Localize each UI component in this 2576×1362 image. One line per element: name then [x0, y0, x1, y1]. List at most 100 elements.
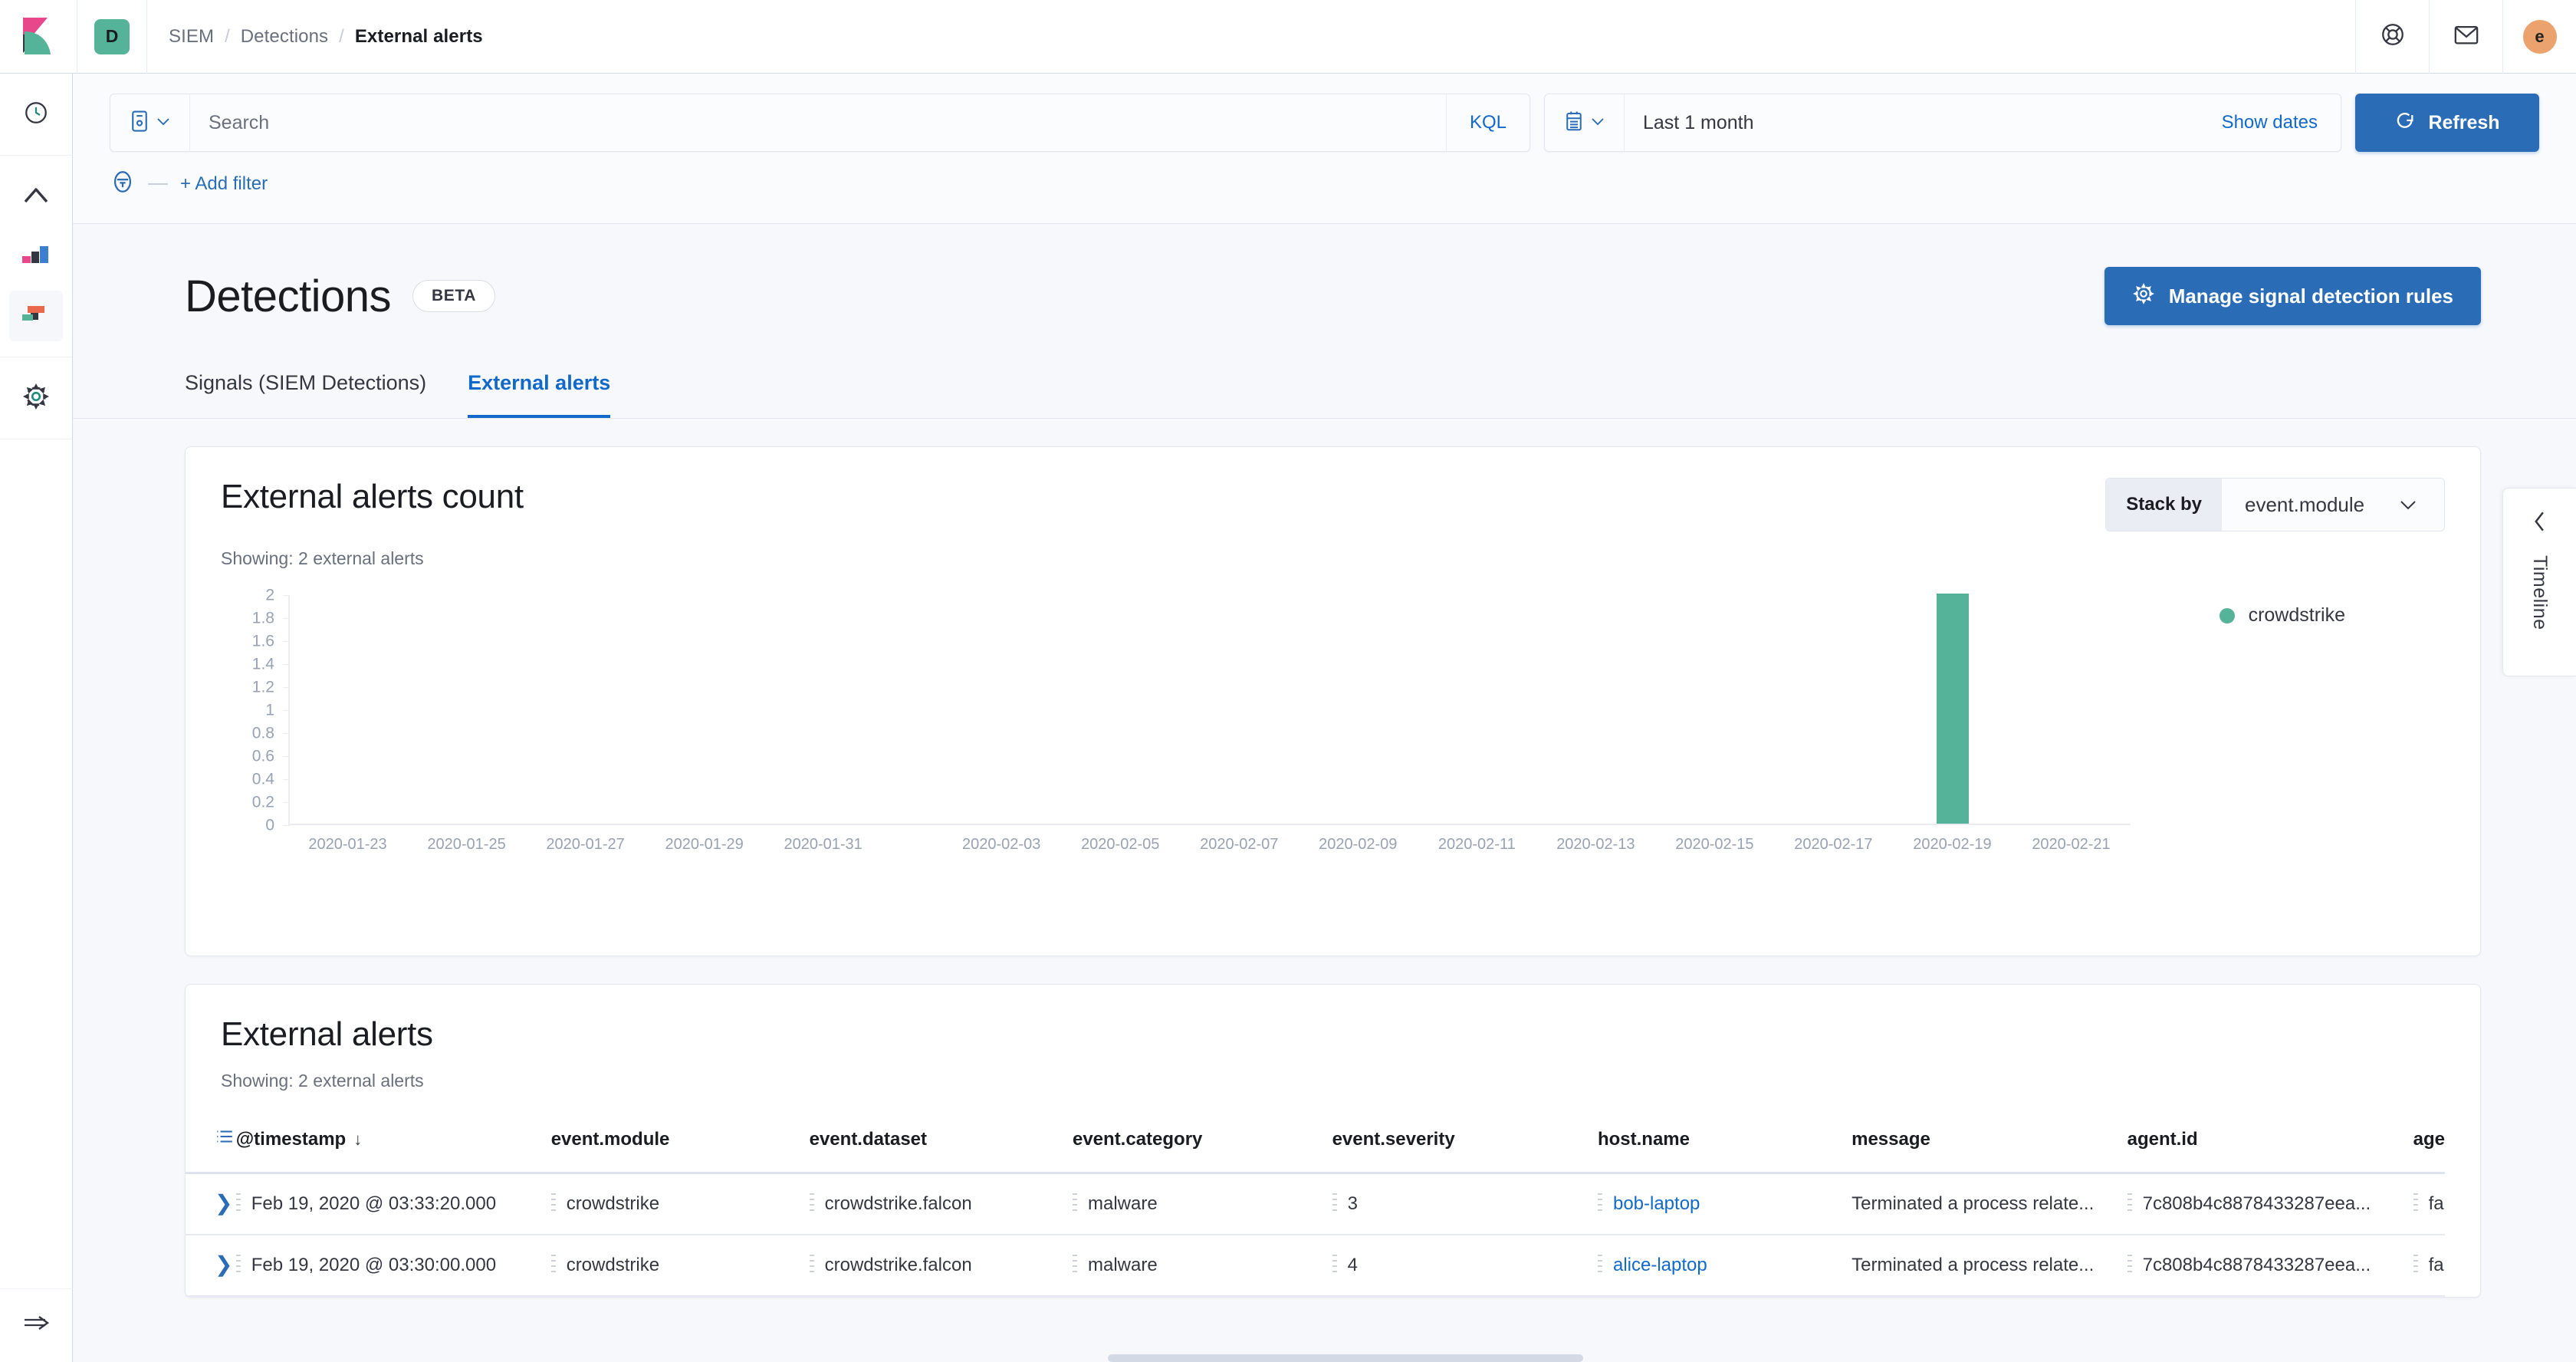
- y-axis-gridline: [283, 825, 290, 826]
- cell-value[interactable]: alice-laptop: [1613, 1255, 1707, 1276]
- query-language-button[interactable]: KQL: [1446, 94, 1530, 152]
- drag-handle-icon[interactable]: [1073, 1255, 1077, 1276]
- app-badge-wrapper[interactable]: D: [77, 19, 146, 54]
- drag-handle-icon[interactable]: [1332, 1193, 1337, 1215]
- drag-handle-icon[interactable]: [2413, 1193, 2418, 1215]
- stack-by-control[interactable]: Stack by event.module: [2105, 478, 2445, 531]
- date-range-value[interactable]: Last 1 month: [1625, 112, 2222, 134]
- chart-bar[interactable]: [1937, 594, 1969, 824]
- timeline-flyout-tab[interactable]: Timeline: [2502, 488, 2576, 676]
- gear-icon: [22, 383, 50, 414]
- saved-query-button[interactable]: [110, 94, 190, 152]
- x-axis-tick: 2020-01-27: [546, 836, 624, 854]
- expand-row-cell[interactable]: ❯: [186, 1235, 236, 1296]
- drag-handle-icon[interactable]: [1598, 1193, 1602, 1215]
- date-picker[interactable]: Last 1 month Show dates: [1544, 94, 2341, 152]
- tab-external-alerts[interactable]: External alerts: [468, 360, 610, 418]
- cell-value: Terminated a process relate...: [1852, 1255, 2094, 1276]
- table-row[interactable]: ❯Feb 19, 2020 @ 03:33:20.000crowdstrikec…: [186, 1173, 2445, 1235]
- column-header-event-dataset[interactable]: event.dataset: [810, 1113, 1073, 1173]
- breadcrumb-item-detections[interactable]: Detections: [241, 26, 328, 48]
- sidebar-item-siem[interactable]: [0, 286, 72, 346]
- cell-value: 7c808b4c8878433287eea...: [2143, 1193, 2371, 1215]
- cell-agent-extra: fa: [2413, 1235, 2445, 1296]
- drag-handle-icon[interactable]: [551, 1193, 556, 1215]
- horizontal-scrollbar[interactable]: [1108, 1354, 1583, 1362]
- legend-label[interactable]: crowdstrike: [2249, 604, 2345, 627]
- search-input[interactable]: [190, 112, 1446, 134]
- stack-by-select[interactable]: event.module: [2222, 479, 2444, 531]
- table-header-row: @timestamp↓ event.module event.dataset e…: [186, 1113, 2445, 1173]
- cell-event-category: malware: [1073, 1173, 1332, 1235]
- x-axis-tick: 2020-02-21: [2032, 836, 2110, 854]
- refresh-icon: [2394, 110, 2416, 137]
- sidebar-item-recently-viewed[interactable]: [0, 84, 72, 144]
- breadcrumb-separator: /: [328, 26, 355, 48]
- page-title: Detections: [185, 271, 391, 322]
- chart-title: External alerts count: [221, 478, 524, 516]
- sidebar-collapse-button[interactable]: [0, 1288, 73, 1362]
- tab-signals[interactable]: Signals (SIEM Detections): [185, 360, 426, 418]
- column-header-agent-id[interactable]: agent.id: [2128, 1113, 2413, 1173]
- x-axis-tick: 2020-02-17: [1794, 836, 1872, 854]
- sidebar-item-management[interactable]: [0, 368, 72, 428]
- filter-icon[interactable]: [110, 169, 136, 199]
- sort-arrow-icon: ↓: [346, 1130, 362, 1149]
- drag-handle-icon[interactable]: [1073, 1193, 1077, 1215]
- chart-panel-header: External alerts count Stack by event.mod…: [186, 447, 2480, 531]
- top-header: D SIEM / Detections / External alerts: [0, 0, 2576, 74]
- mail-button[interactable]: [2429, 0, 2502, 74]
- help-button[interactable]: [2355, 0, 2429, 74]
- breadcrumb-item-external-alerts[interactable]: External alerts: [355, 26, 483, 48]
- drag-handle-icon[interactable]: [810, 1255, 814, 1276]
- table-row[interactable]: ❯Feb 19, 2020 @ 03:30:00.000crowdstrikec…: [186, 1235, 2445, 1296]
- column-header-event-severity[interactable]: event.severity: [1332, 1113, 1598, 1173]
- table-body: ❯Feb 19, 2020 @ 03:33:20.000crowdstrikec…: [186, 1173, 2445, 1297]
- sidebar-item-visualize[interactable]: [0, 226, 72, 286]
- user-menu-button[interactable]: e: [2502, 0, 2576, 74]
- collapse-arrow-icon: [22, 1314, 51, 1337]
- drag-handle-icon[interactable]: [236, 1193, 241, 1215]
- nav-group-management: [0, 357, 72, 439]
- search-bar[interactable]: KQL: [110, 94, 1530, 152]
- cell-value: 4: [1348, 1255, 1358, 1276]
- manage-signal-detection-rules-button[interactable]: Manage signal detection rules: [2104, 267, 2481, 325]
- drag-handle-icon[interactable]: [2128, 1255, 2132, 1276]
- kibana-logo[interactable]: [0, 18, 77, 56]
- add-filter-button[interactable]: + Add filter: [180, 173, 268, 195]
- chevron-right-icon: ❯: [215, 1191, 232, 1215]
- x-axis-tick: 2020-02-05: [1081, 836, 1159, 854]
- external-alerts-table-panel: External alerts Showing: 2 external aler…: [185, 984, 2481, 1298]
- drag-handle-icon[interactable]: [236, 1255, 241, 1276]
- column-header-timestamp[interactable]: @timestamp↓: [236, 1113, 551, 1173]
- sidebar-item-apm[interactable]: [0, 166, 72, 226]
- show-dates-button[interactable]: Show dates: [2222, 112, 2341, 133]
- columns-selector-header[interactable]: [186, 1113, 236, 1173]
- drag-handle-icon[interactable]: [810, 1193, 814, 1215]
- column-header-event-module[interactable]: event.module: [551, 1113, 810, 1173]
- left-sidebar: [0, 74, 73, 1362]
- cell-value[interactable]: bob-laptop: [1613, 1193, 1700, 1215]
- refresh-button[interactable]: Refresh: [2355, 94, 2539, 152]
- column-header-agent-extra[interactable]: age: [2413, 1113, 2445, 1173]
- y-axis-gridline: [283, 733, 290, 734]
- app-badge: D: [94, 19, 130, 54]
- drag-handle-icon[interactable]: [2128, 1193, 2132, 1215]
- nav-group-recent: [0, 74, 72, 156]
- x-axis-tick: 2020-02-09: [1319, 836, 1397, 854]
- drag-handle-icon[interactable]: [551, 1255, 556, 1276]
- breadcrumb-item-siem[interactable]: SIEM: [169, 26, 214, 48]
- drag-handle-icon[interactable]: [1332, 1255, 1337, 1276]
- drag-handle-icon[interactable]: [1598, 1255, 1602, 1276]
- date-quick-select-button[interactable]: [1545, 94, 1625, 152]
- cell-value: fa: [2429, 1255, 2444, 1276]
- drag-handle-icon[interactable]: [2413, 1255, 2418, 1276]
- column-header-event-category[interactable]: event.category: [1073, 1113, 1332, 1173]
- apm-icon: [22, 185, 50, 209]
- expand-row-cell[interactable]: ❯: [186, 1173, 236, 1235]
- column-header-message[interactable]: message: [1852, 1113, 2128, 1173]
- chevron-down-icon: [2398, 493, 2418, 517]
- x-axis-tick: 2020-02-15: [1675, 836, 1753, 854]
- column-header-host-name[interactable]: host.name: [1598, 1113, 1852, 1173]
- table-showing-text: Showing: 2 external alerts: [186, 1054, 2480, 1091]
